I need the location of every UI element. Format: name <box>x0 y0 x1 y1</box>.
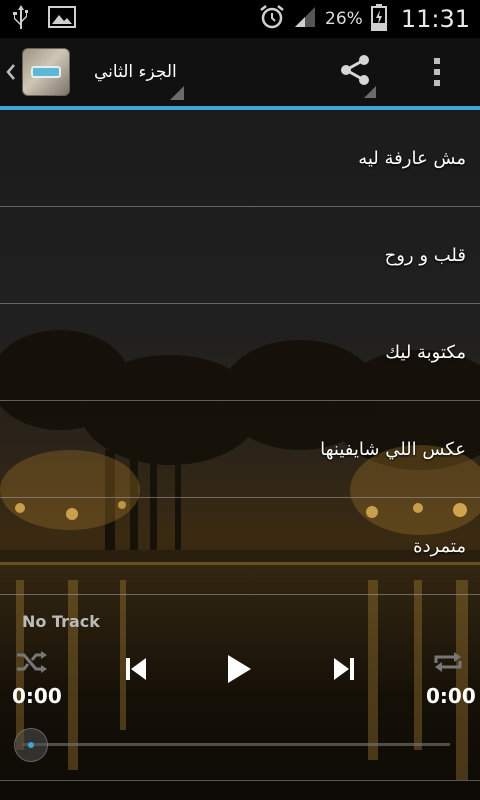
track-title: مكتوبة ليك <box>385 341 466 363</box>
list-item[interactable]: مكتوبة ليك <box>0 304 480 401</box>
media-player: No Track 0:00 0:00 <box>0 604 480 800</box>
previous-button[interactable] <box>116 654 156 688</box>
skip-next-icon <box>332 656 356 686</box>
share-button[interactable] <box>330 38 380 106</box>
list-item[interactable]: عكس اللي شايفينها <box>0 401 480 498</box>
page-title: الجزء الثاني <box>94 62 177 82</box>
list-item[interactable]: متمردة <box>0 498 480 595</box>
next-button[interactable] <box>324 654 364 688</box>
elapsed-time: 0:00 <box>12 684 62 708</box>
battery-charging-icon <box>370 3 387 35</box>
dropdown-corner-icon <box>170 86 184 100</box>
shuffle-icon <box>15 649 49 679</box>
action-bar: الجزء الثاني <box>0 38 480 106</box>
image-icon <box>48 6 76 32</box>
back-chevron-icon[interactable] <box>0 38 22 106</box>
app-logo-icon[interactable] <box>22 48 70 96</box>
signal-icon <box>293 5 317 33</box>
status-bar: 26% 11:31 <box>0 0 480 38</box>
now-playing-label: No Track <box>22 612 100 631</box>
share-corner-icon <box>364 86 376 98</box>
repeat-icon <box>432 649 464 679</box>
play-icon <box>225 653 253 689</box>
list-item[interactable]: مش عارفة ليه <box>0 110 480 207</box>
skip-previous-icon <box>124 656 148 686</box>
usb-icon <box>10 3 32 35</box>
track-title: متمردة <box>413 535 466 557</box>
clock: 11:31 <box>400 5 470 33</box>
divider <box>0 780 480 781</box>
overflow-menu-button[interactable] <box>420 38 454 106</box>
total-duration: 0:00 <box>426 684 476 708</box>
seek-thumb[interactable] <box>14 728 48 762</box>
shuffle-button[interactable] <box>12 648 52 680</box>
battery-percent: 26% <box>325 9 363 29</box>
alarm-icon <box>259 4 285 34</box>
list-item[interactable]: قلب و روح <box>0 207 480 304</box>
title-spinner[interactable]: الجزء الثاني <box>94 38 214 106</box>
play-button[interactable] <box>216 652 262 690</box>
seek-bar[interactable] <box>22 743 450 746</box>
track-title: عكس اللي شايفينها <box>320 438 466 460</box>
track-list: مش عارفة ليه قلب و روح مكتوبة ليك عكس ال… <box>0 110 480 595</box>
repeat-button[interactable] <box>428 648 468 680</box>
track-title: قلب و روح <box>384 244 466 266</box>
track-title: مش عارفة ليه <box>358 147 466 169</box>
